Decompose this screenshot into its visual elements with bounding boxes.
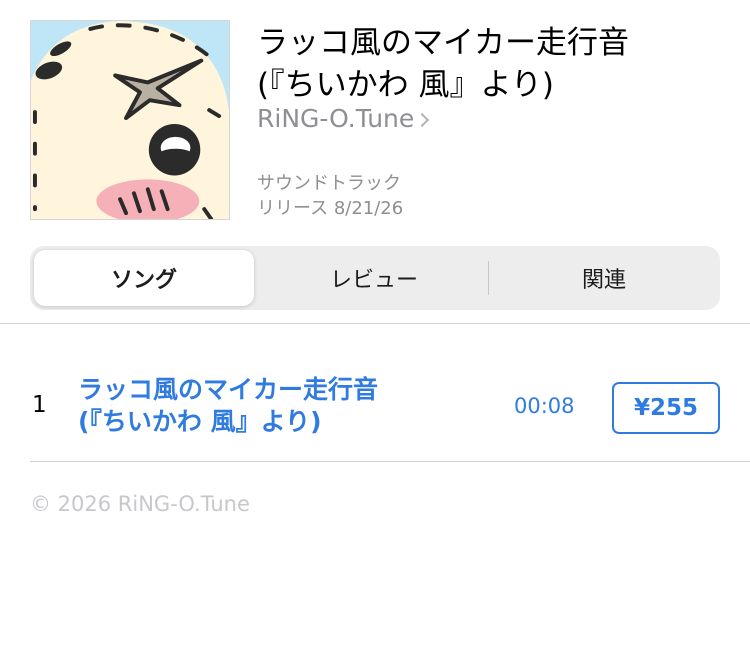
artist-name: RiNG-O.Tune: [257, 104, 415, 133]
artwork-illustration: [31, 21, 229, 219]
tab-songs[interactable]: ソング: [34, 250, 254, 306]
track-number: 1: [32, 392, 47, 418]
track-duration: 00:08: [514, 394, 575, 418]
album-title: ラッコ風のマイカー走行音 (『ちいかわ 風』より): [257, 22, 727, 106]
tab-songs-label: ソング: [110, 268, 177, 293]
album-page: ラッコ風のマイカー走行音 (『ちいかわ 風』より) RiNG-O.Tune サウ…: [0, 0, 750, 660]
tab-related-label: 関連: [581, 268, 626, 293]
album-genre: サウンドトラック: [257, 173, 401, 194]
album-release-date: リリース 8/21/26: [257, 198, 404, 219]
chevron-right-icon: [415, 112, 430, 128]
tab-reviews[interactable]: レビュー: [260, 250, 488, 306]
buy-price-button[interactable]: ¥255: [612, 382, 720, 434]
album-artwork[interactable]: [30, 20, 230, 220]
copyright-text: © 2026 RiNG-O.Tune: [30, 492, 250, 516]
track-divider: [30, 461, 750, 462]
album-title-text: ラッコ風のマイカー走行音 (『ちいかわ 風』より): [257, 25, 629, 103]
artist-link[interactable]: RiNG-O.Tune: [257, 101, 430, 137]
track-title[interactable]: ラッコ風のマイカー走行音 (『ちいかわ 風』より): [78, 374, 478, 438]
segmented-control: ソング レビュー 関連: [30, 246, 720, 310]
segment-divider: [488, 261, 489, 295]
section-divider: [0, 323, 750, 324]
price-label: ¥255: [633, 395, 698, 421]
track-row[interactable]: 1 ラッコ風のマイカー走行音 (『ちいかわ 風』より) 00:08 ¥255: [0, 370, 750, 446]
tab-reviews-label: レビュー: [329, 268, 418, 293]
tab-related[interactable]: 関連: [490, 250, 718, 306]
